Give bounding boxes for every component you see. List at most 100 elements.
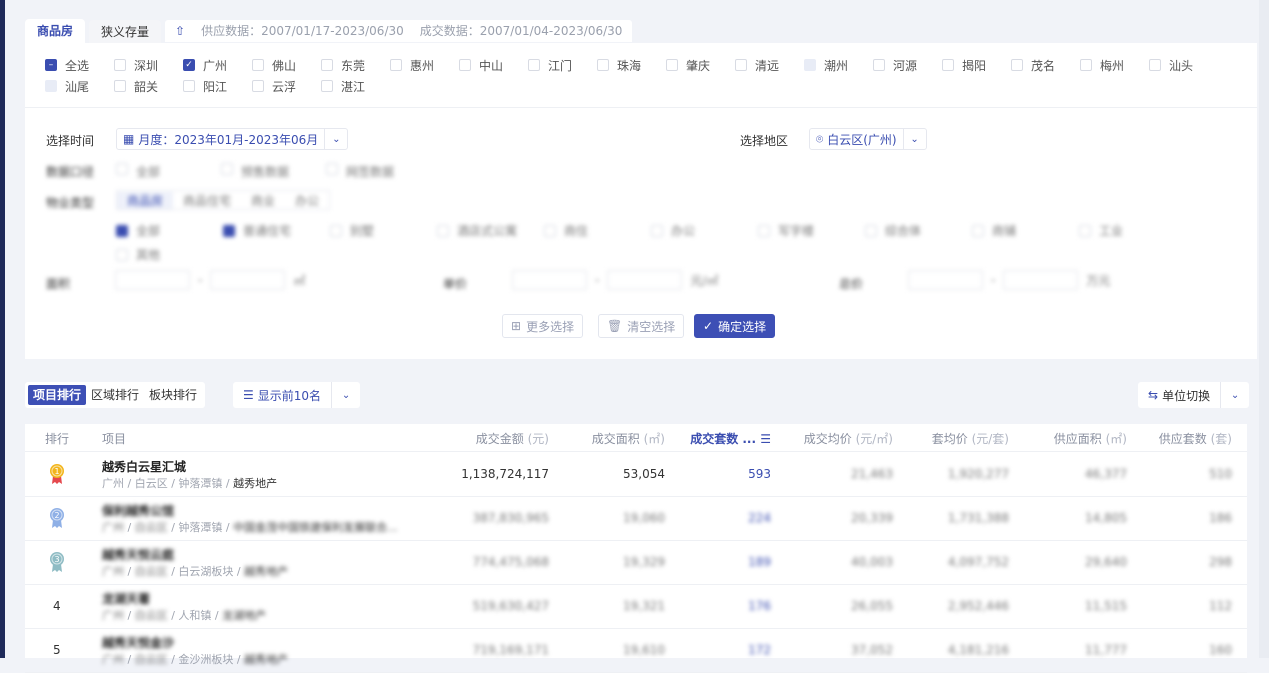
region-select[interactable]: ⌾ 白云区(广州) ⌄ bbox=[809, 128, 927, 150]
checkbox-icon[interactable] bbox=[666, 59, 678, 71]
property-option[interactable]: 别墅 bbox=[330, 222, 437, 239]
tab-block-ranking[interactable]: 板块排行 bbox=[144, 385, 202, 405]
checkbox-icon[interactable] bbox=[459, 59, 471, 71]
price-max-input[interactable] bbox=[607, 270, 683, 290]
data-type-option[interactable]: 网签数据 bbox=[326, 163, 431, 180]
column-header[interactable]: 成交套数 ... ☰ bbox=[671, 430, 771, 447]
city-checkbox[interactable]: ✓ 广州 bbox=[183, 58, 252, 73]
city-checkbox[interactable]: 肇庆 bbox=[666, 58, 735, 73]
table-row[interactable]: 2 保利越秀公馆 广州 / 白云区 / 钟落潭镇 / 中国金茂中国铁建保利发展联合… bbox=[25, 497, 1247, 541]
city-checkbox[interactable]: 潮州 bbox=[804, 58, 873, 73]
city-checkbox[interactable]: 云浮 bbox=[252, 79, 321, 94]
checkbox-icon[interactable] bbox=[252, 59, 264, 71]
city-checkbox[interactable]: 河源 bbox=[873, 58, 942, 73]
table-row[interactable]: 3 越秀天悦云庭 广州 / 白云区 / 白云湖板块 / 越秀地产 774,475,0… bbox=[25, 541, 1247, 585]
price-min-input[interactable] bbox=[512, 270, 587, 290]
checkbox-icon[interactable] bbox=[735, 59, 747, 71]
property-option[interactable]: 商住 bbox=[544, 222, 651, 239]
checkbox-icon[interactable] bbox=[804, 59, 816, 71]
property-option[interactable]: 办公 bbox=[651, 222, 758, 239]
project-cell[interactable]: 保利越秀公馆 广州 / 白云区 / 钟落潭镇 / 中国金茂中国铁建保利发展联合.… bbox=[102, 502, 398, 535]
city-checkbox[interactable]: 揭阳 bbox=[942, 58, 1011, 73]
checkbox-icon[interactable] bbox=[1080, 59, 1092, 71]
checkbox-icon[interactable] bbox=[114, 80, 126, 92]
city-checkbox[interactable]: 汕头 bbox=[1149, 58, 1218, 73]
data-type-option[interactable]: 全部 bbox=[116, 163, 221, 180]
more-options-button[interactable]: ⊞ 更多选择 bbox=[502, 314, 584, 338]
column-header[interactable]: 套均价 (元/套) bbox=[909, 430, 1009, 447]
city-checkbox[interactable]: 汕尾 bbox=[45, 79, 114, 94]
property-option[interactable]: 工业 bbox=[1079, 222, 1186, 239]
city-checkbox[interactable]: 梅州 bbox=[1080, 58, 1149, 73]
checkbox-icon[interactable] bbox=[252, 80, 264, 92]
table-row[interactable]: 1 越秀白云星汇城 广州 / 白云区 / 钟落潭镇 / 越秀地产 1,138,724… bbox=[25, 453, 1247, 497]
city-checkbox[interactable]: 清远 bbox=[735, 58, 804, 73]
city-checkbox[interactable]: 东莞 bbox=[321, 58, 390, 73]
checkbox-icon[interactable] bbox=[1149, 59, 1161, 71]
city-checkbox[interactable]: 茂名 bbox=[1011, 58, 1080, 73]
table-row[interactable]: 5 越秀天悦金沙 广州 / 白云区 / 金沙洲板块 / 越秀地产 719,169,1… bbox=[25, 629, 1247, 673]
property-option[interactable]: 酒店式公寓 bbox=[437, 222, 544, 239]
project-cell[interactable]: 越秀天悦云庭 广州 / 白云区 / 白云湖板块 / 越秀地产 bbox=[102, 546, 288, 579]
city-checkbox[interactable]: 惠州 bbox=[390, 58, 459, 73]
checkbox-icon[interactable] bbox=[390, 59, 402, 71]
unit-switch[interactable]: ⇆ 单位切换 ⌄ bbox=[1138, 382, 1250, 408]
checkbox-icon[interactable]: – bbox=[45, 59, 57, 71]
project-name[interactable]: 保利越秀公馆 bbox=[102, 502, 398, 519]
project-name[interactable]: 越秀白云星汇城 bbox=[102, 458, 277, 475]
column-header[interactable]: 供应套数 (套) bbox=[1132, 430, 1232, 447]
column-header[interactable]: 成交金额 (元) bbox=[449, 430, 549, 447]
city-checkbox[interactable]: 佛山 bbox=[252, 58, 321, 73]
checkbox-icon[interactable] bbox=[114, 59, 126, 71]
checkbox-icon[interactable]: ✓ bbox=[183, 59, 195, 71]
checkbox-icon[interactable] bbox=[942, 59, 954, 71]
project-cell[interactable]: 越秀白云星汇城 广州 / 白云区 / 钟落潭镇 / 越秀地产 bbox=[102, 458, 277, 491]
tab-narrow-stock[interactable]: 狭义存量 bbox=[89, 20, 162, 44]
property-option[interactable]: 综合体 bbox=[865, 222, 972, 239]
property-tab[interactable]: 商品住宅 bbox=[173, 192, 241, 209]
checkbox-icon[interactable] bbox=[321, 59, 333, 71]
property-option[interactable]: 商铺 bbox=[972, 222, 1079, 239]
column-header[interactable]: 成交面积 (㎡) bbox=[565, 430, 665, 447]
chevron-down-icon[interactable]: ⌄ bbox=[1221, 390, 1249, 401]
checkbox-icon[interactable] bbox=[45, 80, 57, 92]
city-checkbox[interactable]: 韶关 bbox=[114, 79, 183, 94]
chevron-down-icon[interactable]: ⌄ bbox=[904, 134, 926, 145]
table-row[interactable]: 4 龙湖天著 广州 / 白云区 / 人和镇 / 龙湖地产 519,630,427 19… bbox=[25, 585, 1247, 629]
property-tab[interactable]: 商业 bbox=[241, 192, 285, 209]
checkbox-icon[interactable] bbox=[1011, 59, 1023, 71]
project-name[interactable]: 龙湖天著 bbox=[102, 590, 266, 607]
city-checkbox[interactable]: 珠海 bbox=[597, 58, 666, 73]
checkbox-icon[interactable] bbox=[597, 59, 609, 71]
city-checkbox[interactable]: 江门 bbox=[528, 58, 597, 73]
time-select[interactable]: ▦ 月度：2023年01月-2023年06月 ⌄ bbox=[116, 128, 349, 150]
property-option[interactable]: 写字楼 bbox=[758, 222, 865, 239]
project-name[interactable]: 越秀天悦金沙 bbox=[102, 634, 288, 651]
city-checkbox[interactable]: 湛江 bbox=[321, 79, 390, 94]
property-option[interactable]: 普通住宅 bbox=[223, 222, 330, 239]
tab-region-ranking[interactable]: 区域排行 bbox=[86, 385, 144, 405]
checkbox-icon[interactable] bbox=[321, 80, 333, 92]
property-option[interactable]: 其他 bbox=[116, 246, 223, 263]
city-checkbox[interactable]: 深圳 bbox=[114, 58, 183, 73]
city-checkbox[interactable]: 阳江 bbox=[183, 79, 252, 94]
data-type-option[interactable]: 预售数据 bbox=[221, 163, 326, 180]
confirm-selection-button[interactable]: ✓ 确定选择 bbox=[694, 314, 776, 338]
total-min-input[interactable] bbox=[908, 270, 983, 290]
area-min-input[interactable] bbox=[115, 270, 190, 290]
project-cell[interactable]: 龙湖天著 广州 / 白云区 / 人和镇 / 龙湖地产 bbox=[102, 590, 266, 623]
property-option[interactable]: 全部 bbox=[116, 222, 223, 239]
column-header[interactable]: 成交均价 (元/㎡) bbox=[793, 430, 893, 447]
chevron-down-icon[interactable]: ⌄ bbox=[325, 134, 347, 145]
chevron-down-icon[interactable]: ⌄ bbox=[332, 390, 360, 401]
total-max-input[interactable] bbox=[1003, 270, 1079, 290]
clear-selection-button[interactable]: 🗑 清空选择 bbox=[598, 314, 685, 338]
checkbox-icon[interactable] bbox=[873, 59, 885, 71]
tab-project-ranking[interactable]: 项目排行 bbox=[28, 385, 87, 405]
project-cell[interactable]: 越秀天悦金沙 广州 / 白云区 / 金沙洲板块 / 越秀地产 bbox=[102, 634, 288, 667]
checkbox-icon[interactable] bbox=[528, 59, 540, 71]
top-n-select[interactable]: ☰ 显示前10名 ⌄ bbox=[233, 382, 361, 408]
city-checkbox[interactable]: – 全选 bbox=[45, 58, 114, 73]
city-checkbox[interactable]: 中山 bbox=[459, 58, 528, 73]
scrollbar-track[interactable] bbox=[1259, 0, 1269, 658]
